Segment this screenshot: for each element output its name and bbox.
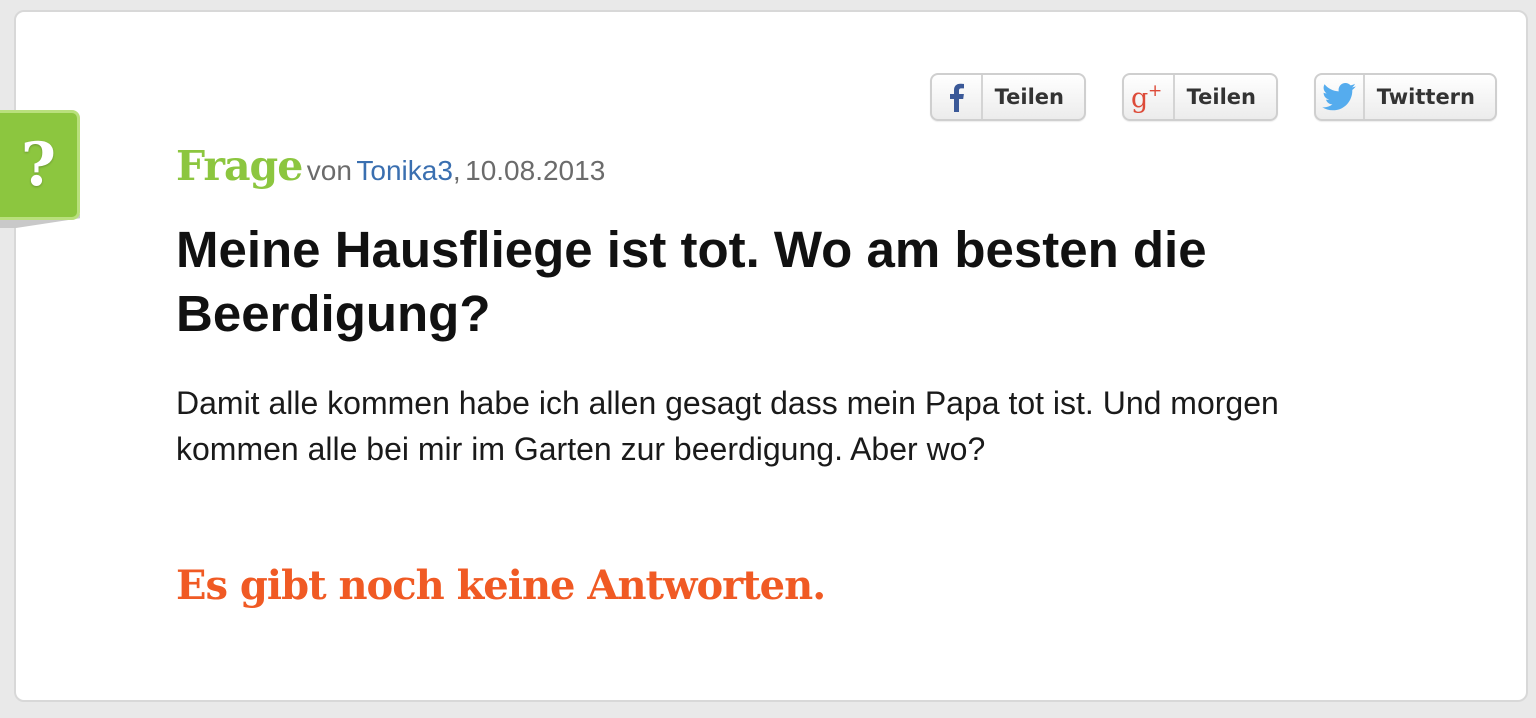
question-card: Teilen g + Teilen Twittern Frage von Ton… [14,10,1528,702]
no-answers-message: Es gibt noch keine Antworten. [176,562,826,609]
facebook-icon [932,75,983,119]
facebook-share-button[interactable]: Teilen [930,73,1086,121]
google-plus-icon: g + [1124,75,1175,119]
twitter-icon [1316,75,1365,119]
svg-text:+: + [1148,81,1162,101]
twitter-share-label: Twittern [1376,85,1475,109]
question-mark-icon: ? [0,110,80,220]
svg-text:g: g [1131,83,1148,113]
question-meta: Frage von Tonika3, 10.08.2013 [176,136,605,206]
question-type-label: Frage [176,142,303,190]
share-bar: Teilen g + Teilen Twittern [930,73,1497,121]
meta-separator: , [452,155,461,186]
google-plus-share-button[interactable]: g + Teilen [1122,73,1278,121]
question-date: 10.08.2013 [465,155,606,186]
question-body: Damit alle kommen habe ich allen gesagt … [176,385,1279,467]
twitter-share-button[interactable]: Twittern [1314,73,1497,121]
question-badge: ? [0,110,82,228]
author-prefix: von [306,155,352,186]
question-title: Meine Hausfliege ist tot. Wo am besten d… [176,221,1207,342]
google-plus-share-label: Teilen [1186,85,1256,109]
facebook-share-label: Teilen [994,85,1064,109]
author-link[interactable]: Tonika3 [356,155,453,186]
